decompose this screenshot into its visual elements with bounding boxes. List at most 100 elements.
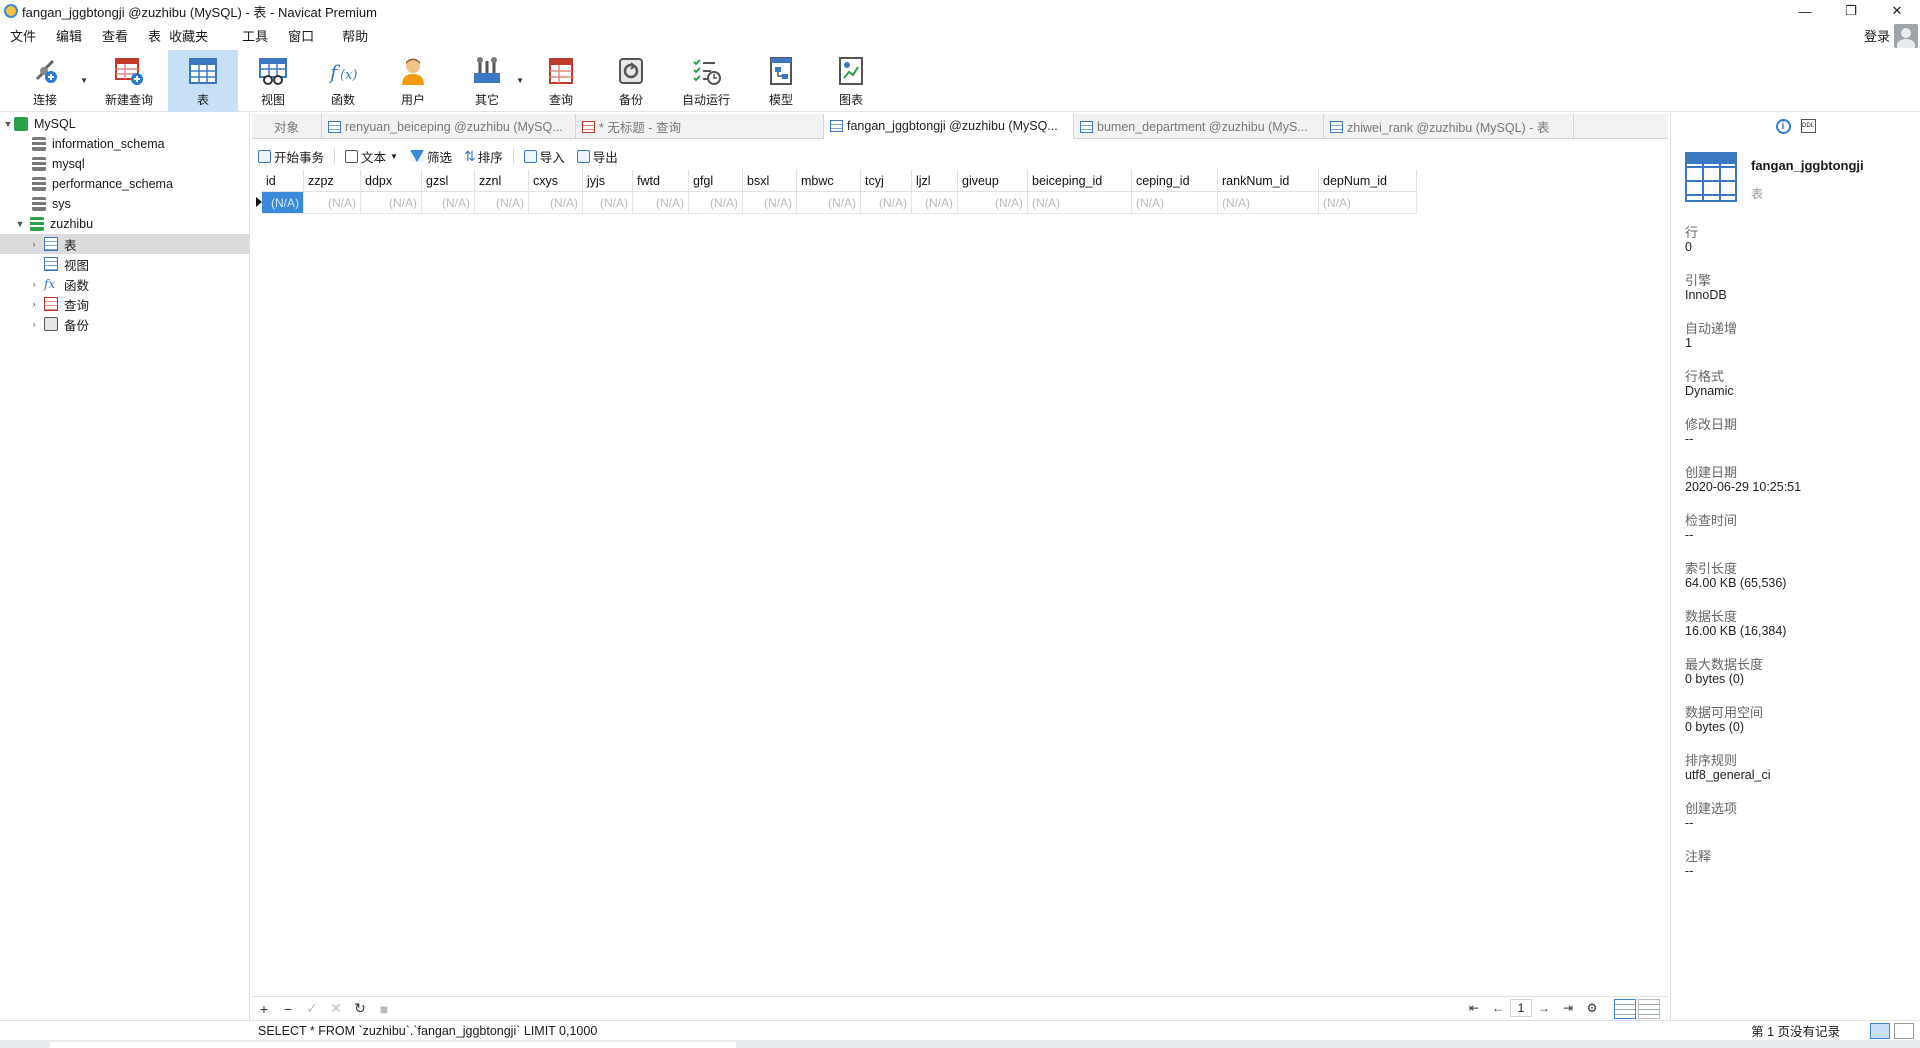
layout-toggle-button[interactable] — [1894, 1022, 1914, 1039]
form-view-button[interactable] — [1638, 999, 1660, 1019]
tree-item-backups[interactable]: › 备份 — [0, 314, 249, 334]
toolbar-backup-button[interactable]: 备份 — [596, 50, 666, 112]
info-icon[interactable]: i — [1775, 118, 1791, 134]
page-number-input[interactable]: 1 — [1510, 999, 1532, 1017]
info-pane-toggle-button[interactable] — [1870, 1022, 1890, 1039]
grid-view-button[interactable] — [1614, 999, 1636, 1019]
column-header[interactable]: zzpz — [304, 170, 361, 192]
chevron-down-icon[interactable]: ▼ — [14, 219, 26, 229]
avatar[interactable] — [1894, 24, 1918, 48]
toolbar-query-button[interactable]: 查询 — [526, 50, 596, 112]
grid-cell[interactable]: (N/A) — [797, 192, 861, 214]
column-header[interactable]: id — [262, 170, 304, 192]
grid-cell[interactable]: (N/A) — [958, 192, 1028, 214]
toolbar-connect-button[interactable]: 连接 ▼ — [0, 50, 90, 112]
grid-cell[interactable]: (N/A) — [475, 192, 529, 214]
menu-edit[interactable]: 编辑 — [46, 26, 92, 45]
grid-cell[interactable]: (N/A) — [689, 192, 743, 214]
grid-cell[interactable]: (N/A) — [262, 192, 304, 214]
tab-untitled-query[interactable]: * 无标题 - 查询 — [576, 114, 824, 139]
chevron-down-icon[interactable]: ▼ — [2, 119, 14, 129]
next-page-button[interactable]: → — [1532, 1001, 1556, 1015]
menu-help[interactable]: 帮助 — [332, 26, 378, 45]
tree-db-information-schema[interactable]: information_schema — [0, 134, 249, 154]
table-row[interactable]: (N/A) (N/A) (N/A) (N/A) (N/A) (N/A) (N/A… — [262, 192, 1417, 214]
tree-db-performance-schema[interactable]: performance_schema — [0, 174, 249, 194]
chevron-down-icon[interactable]: ▼ — [390, 152, 398, 161]
column-header[interactable]: tcyj — [861, 170, 912, 192]
toolbar-other-button[interactable]: 其它 ▼ — [448, 50, 526, 112]
chevron-right-icon[interactable]: › — [28, 239, 40, 249]
menu-view[interactable]: 查看 — [92, 26, 138, 45]
import-button[interactable]: 导入 — [518, 147, 571, 166]
column-header[interactable]: zznl — [475, 170, 529, 192]
gear-icon[interactable]: ⚙ — [1580, 1001, 1604, 1015]
tab-renyuan-beiceping[interactable]: renyuan_beiceping @zuzhibu (MySQ... — [322, 114, 576, 139]
toolbar-model-button[interactable]: 模型 — [746, 50, 816, 112]
grid-cell[interactable]: (N/A) — [529, 192, 583, 214]
column-header[interactable]: gzsl — [422, 170, 475, 192]
column-header[interactable]: rankNum_id — [1218, 170, 1319, 192]
toolbar-new-query-button[interactable]: 新建查询 — [90, 50, 168, 112]
previous-page-button[interactable]: ← — [1486, 1001, 1510, 1015]
minimize-button[interactable]: — — [1782, 0, 1828, 22]
toolbar-view-button[interactable]: 视图 — [238, 50, 308, 112]
begin-transaction-button[interactable]: 开始事务 — [252, 147, 330, 166]
toolbar-user-button[interactable]: 用户 — [378, 50, 448, 112]
ddl-icon[interactable]: DDL — [1800, 119, 1816, 133]
chevron-right-icon[interactable]: › — [28, 319, 40, 329]
chevron-down-icon[interactable]: ▼ — [80, 76, 88, 85]
tree-db-mysql[interactable]: mysql — [0, 154, 249, 174]
grid-cell[interactable]: (N/A) — [743, 192, 797, 214]
sort-button[interactable]: ⇅ 排序 — [458, 147, 509, 166]
tree-item-tables[interactable]: › 表 — [0, 234, 249, 254]
chevron-down-icon[interactable]: ▼ — [516, 76, 524, 85]
chevron-right-icon[interactable]: › — [28, 279, 40, 289]
column-header[interactable]: giveup — [958, 170, 1028, 192]
column-header[interactable]: cxys — [529, 170, 583, 192]
grid-cell[interactable]: (N/A) — [1132, 192, 1218, 214]
grid-cell[interactable]: (N/A) — [1218, 192, 1319, 214]
delete-record-button[interactable]: − — [276, 1001, 300, 1017]
restore-button[interactable]: ❐ — [1828, 0, 1874, 22]
export-button[interactable]: 导出 — [571, 147, 624, 166]
stop-button[interactable]: ■ — [372, 1001, 396, 1017]
column-header[interactable]: ljzl — [912, 170, 958, 192]
column-header[interactable]: mbwc — [797, 170, 861, 192]
apply-changes-button[interactable]: ✓ — [300, 1000, 324, 1017]
tree-item-views[interactable]: 视图 — [0, 254, 249, 274]
grid-cell[interactable]: (N/A) — [304, 192, 361, 214]
discard-changes-button[interactable]: ✕ — [324, 1000, 348, 1017]
menu-file[interactable]: 文件 — [0, 26, 46, 45]
column-header[interactable]: ddpx — [361, 170, 422, 192]
grid-cell[interactable]: (N/A) — [912, 192, 958, 214]
column-header[interactable]: ceping_id — [1132, 170, 1218, 192]
grid-cell[interactable]: (N/A) — [633, 192, 689, 214]
menu-tools[interactable]: 工具 — [232, 26, 278, 45]
first-page-button[interactable]: ⇤ — [1462, 1001, 1486, 1015]
grid-cell[interactable]: (N/A) — [1028, 192, 1132, 214]
grid-cell[interactable]: (N/A) — [861, 192, 912, 214]
tab-fangan-jggbtongji[interactable]: fangan_jggbtongji @zuzhibu (MySQ... — [824, 114, 1074, 139]
tree-db-zuzhibu[interactable]: ▼ zuzhibu — [0, 214, 249, 234]
tab-objects[interactable]: 对象 — [252, 114, 322, 139]
tab-zhiwei-rank[interactable]: zhiwei_rank @zuzhibu (MySQL) - 表 — [1324, 114, 1574, 139]
refresh-button[interactable]: ↻ — [348, 1000, 372, 1017]
tab-bumen-department[interactable]: bumen_department @zuzhibu (MyS... — [1074, 114, 1324, 139]
tree-item-queries[interactable]: › 查询 — [0, 294, 249, 314]
text-button[interactable]: 文本 ▼ — [339, 147, 404, 166]
add-record-button[interactable]: + — [252, 1001, 276, 1017]
grid-cell[interactable]: (N/A) — [422, 192, 475, 214]
last-page-button[interactable]: ⇥ — [1556, 1001, 1580, 1015]
filter-button[interactable]: 筛选 — [404, 147, 458, 166]
chevron-right-icon[interactable]: › — [28, 299, 40, 309]
toolbar-table-button[interactable]: 表 — [168, 50, 238, 112]
tree-item-functions[interactable]: › fx 函数 — [0, 274, 249, 294]
toolbar-auto-run-button[interactable]: 自动运行 — [666, 50, 746, 112]
menu-window[interactable]: 窗口 — [278, 26, 324, 45]
grid-cell[interactable]: (N/A) — [583, 192, 633, 214]
column-header[interactable]: beiceping_id — [1028, 170, 1132, 192]
close-button[interactable]: ✕ — [1874, 0, 1920, 22]
login-link[interactable]: 登录 — [1864, 26, 1890, 45]
menu-favorites[interactable]: 收藏夹 — [165, 26, 218, 45]
